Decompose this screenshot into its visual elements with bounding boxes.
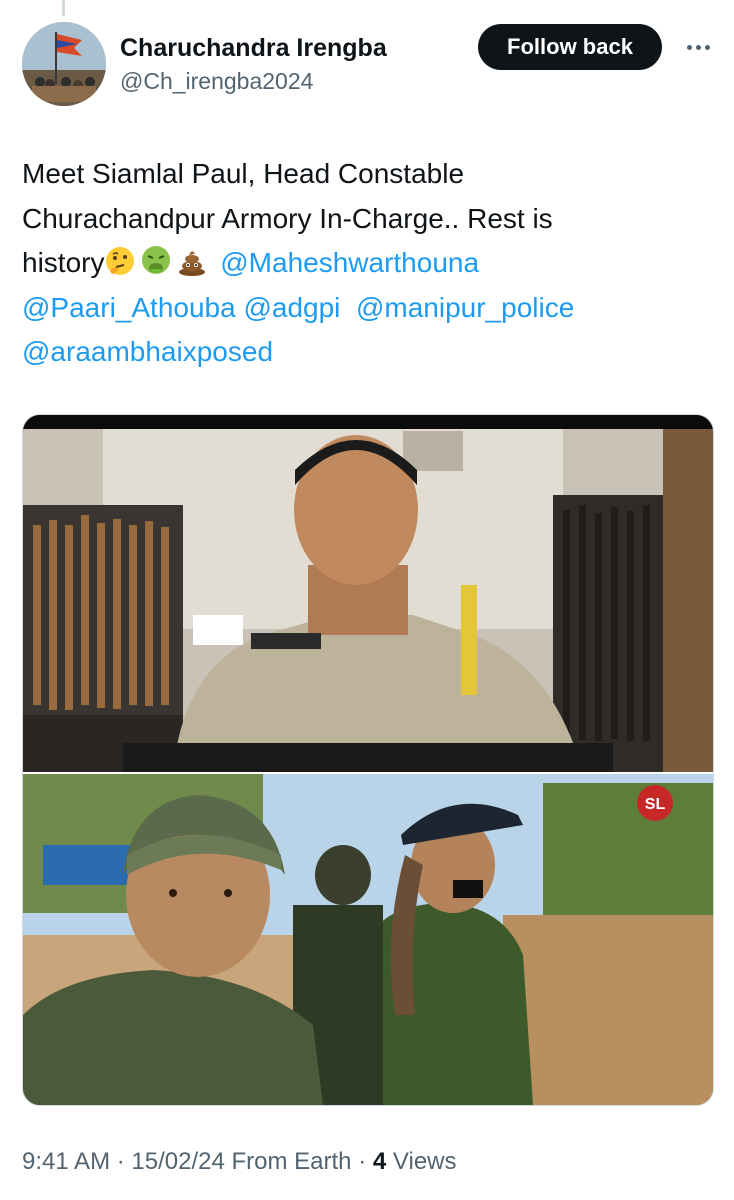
tweet-history-text: history [22, 247, 105, 278]
avatar[interactable] [22, 22, 106, 106]
thinking-face-icon [106, 247, 135, 275]
mention-link[interactable]: @Paari_Athouba [22, 292, 236, 323]
views-count: 4 [372, 1148, 387, 1175]
tweet-media[interactable]: SL [22, 414, 714, 1106]
mention-link[interactable]: @adgpi [243, 292, 340, 323]
avatar-photo-icon [22, 22, 106, 106]
tweet-line-3: history @Maheshwarthouna [22, 241, 712, 286]
tweet-date[interactable]: 15/02/24 [131, 1148, 224, 1175]
mention-link[interactable]: @Maheshwarthouna [220, 247, 479, 278]
tweet-text: Meet Siamlal Paul, Head Constable Churac… [22, 152, 712, 375]
tweet-meta: 9:41 AM · 15/02/24 From Earth · 4 Views [22, 1148, 457, 1176]
thread-connector-line [62, 0, 65, 16]
tweet-line-2: Churachandpur Armory In-Charge.. Rest is [22, 202, 553, 234]
tweet-source: From Earth [231, 1148, 352, 1175]
tweet-time[interactable]: 9:41 AM [22, 1148, 110, 1175]
meta-separator: · [358, 1148, 373, 1175]
tweet-header: Charuchandra Irengba @Ch_irengba2024 Fol… [22, 22, 712, 112]
nauseated-face-icon [142, 246, 171, 274]
tweet-line-4: @Paari_Athouba @adgpi @manipur_police [22, 286, 712, 331]
pile-of-poo-icon [179, 251, 206, 276]
follow-back-button[interactable]: Follow back [478, 24, 662, 70]
author-handle[interactable]: @Ch_irengba2024 [120, 68, 313, 95]
field-selfie-photo: SL [23, 773, 713, 1105]
mention-link[interactable]: @manipur_police [356, 292, 574, 323]
views-label[interactable]: Views [393, 1148, 457, 1175]
armory-officer-photo [23, 415, 713, 773]
author-name[interactable]: Charuchandra Irengba [120, 34, 387, 63]
media-collage: SL [23, 415, 713, 1105]
tweet-line-1: Meet Siamlal Paul, Head Constable [22, 158, 465, 189]
tweet-line-5: @araambhaixposed [22, 330, 712, 375]
media-watermark: SL [645, 796, 666, 813]
meta-separator: · [116, 1148, 132, 1175]
more-options-icon[interactable] [678, 32, 718, 62]
mention-link[interactable]: @araambhaixposed [22, 336, 273, 367]
